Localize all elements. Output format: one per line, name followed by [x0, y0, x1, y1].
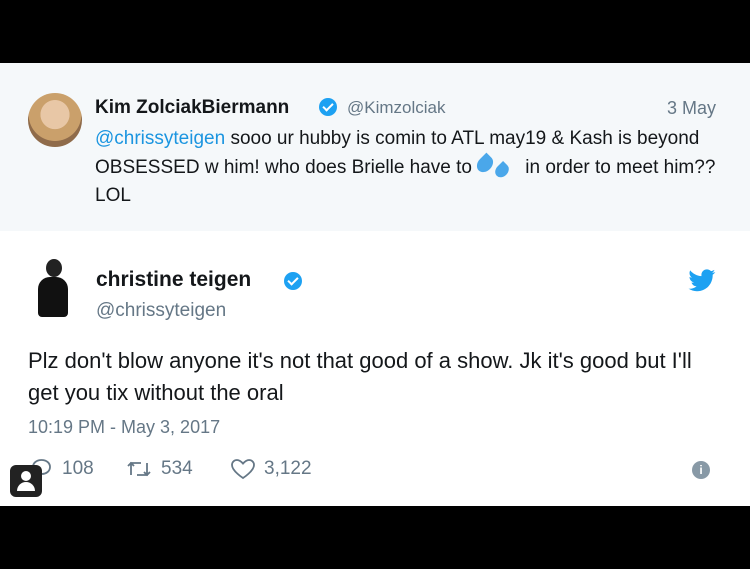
twitter-bird-icon[interactable] — [687, 269, 717, 293]
tweet-author-name[interactable]: christine teigen — [96, 268, 251, 292]
reply-author-name[interactable]: Kim ZolciakBiermann — [95, 97, 289, 119]
heart-icon — [231, 459, 255, 480]
verified-badge-icon — [319, 98, 337, 116]
reply-author-handle[interactable]: @Kimzolciak — [347, 98, 446, 118]
reply-text: @chrissyteigen sooo ur hubby is comin to… — [95, 125, 725, 210]
retweet-button[interactable]: 534 — [125, 458, 193, 480]
verified-badge-icon — [284, 272, 302, 290]
avatar[interactable] — [28, 93, 82, 147]
tweet-timestamp[interactable]: 10:19 PM - May 3, 2017 — [28, 417, 220, 438]
sweat-droplets-icon — [473, 152, 516, 181]
reply-date[interactable]: 3 May — [667, 98, 716, 119]
avatar[interactable] — [32, 259, 76, 319]
tweet-actions: 108 534 3,122 i — [30, 458, 720, 488]
tweet-text: Plz don't blow anyone it's not that good… — [28, 348, 692, 405]
retweet-icon — [127, 461, 151, 477]
info-icon[interactable]: i — [692, 461, 710, 479]
tweet-screenshot: Kim ZolciakBiermann @Kimzolciak 3 May @c… — [0, 63, 750, 506]
reply-count: 108 — [62, 458, 94, 479]
reply-tweet[interactable]: Kim ZolciakBiermann @Kimzolciak 3 May @c… — [0, 63, 750, 231]
like-count: 3,122 — [264, 458, 312, 479]
tweet-author-handle[interactable]: @chrissyteigen — [96, 300, 226, 322]
like-button[interactable]: 3,122 — [230, 458, 312, 480]
user-tag-icon[interactable] — [10, 465, 42, 497]
retweet-count: 534 — [161, 458, 193, 479]
mention-link[interactable]: @chrissyteigen — [95, 128, 225, 149]
